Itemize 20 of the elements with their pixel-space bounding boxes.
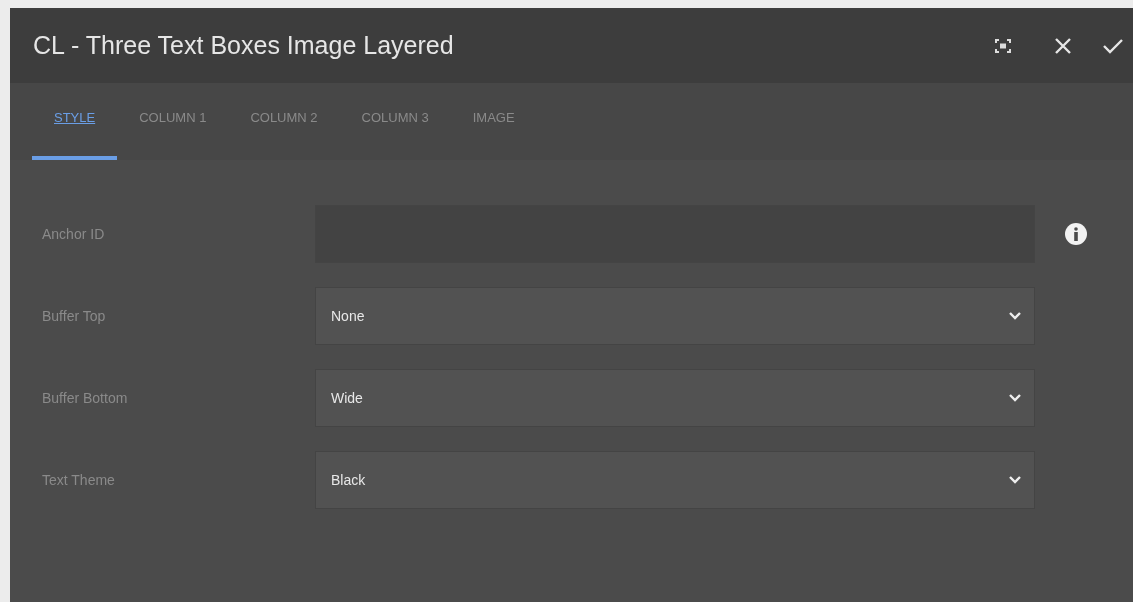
info-icon[interactable] bbox=[1065, 223, 1087, 245]
field-label: Text Theme bbox=[42, 470, 116, 490]
chevron-down-icon bbox=[1008, 475, 1022, 485]
field-label: Anchor ID bbox=[42, 224, 106, 244]
checkmark-icon bbox=[1103, 37, 1123, 54]
tab[interactable]: STYLE bbox=[32, 107, 118, 160]
field-label: Buffer Bottom bbox=[42, 388, 129, 408]
dropdown[interactable]: Black bbox=[315, 451, 1035, 509]
tab[interactable]: COLUMN 3 bbox=[339, 107, 451, 160]
chevron-down-icon bbox=[1008, 311, 1022, 321]
dropdown[interactable]: None bbox=[315, 287, 1035, 345]
fullscreen-icon bbox=[995, 38, 1011, 53]
chevron-down-icon bbox=[1008, 393, 1022, 403]
dropdown[interactable]: Wide bbox=[315, 369, 1035, 427]
dialog-title: CL - Three Text Boxes Image Layered bbox=[33, 29, 455, 61]
tab[interactable]: COLUMN 1 bbox=[117, 107, 229, 160]
tab[interactable]: COLUMN 2 bbox=[228, 107, 340, 160]
field-label: Buffer Top bbox=[42, 306, 107, 326]
tab[interactable]: IMAGE bbox=[450, 107, 537, 160]
close-icon bbox=[1054, 36, 1072, 55]
